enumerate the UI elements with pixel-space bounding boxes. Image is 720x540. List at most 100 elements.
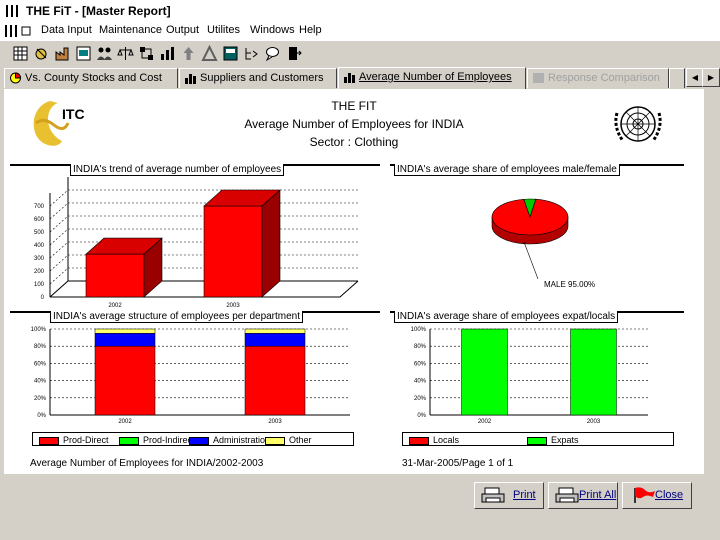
menu-bar: Data Input Maintenance Output Utilites W… (0, 22, 720, 40)
x-tick-label: 2002 (478, 419, 492, 423)
report-header-line3: Sector : Clothing (309, 135, 399, 149)
comment-icon[interactable] (264, 45, 281, 62)
y-tick-label: 60% (414, 361, 427, 367)
tab-overflow[interactable] (669, 68, 685, 88)
y-tick-label: 40% (414, 379, 427, 385)
y-tick-label: 700 (34, 204, 45, 210)
legend-item: Prod-Direct (39, 435, 109, 445)
gridline (49, 189, 358, 207)
y-tick-label: 600 (34, 217, 45, 223)
report-header-line1: THE FIT (331, 99, 377, 113)
network-icon[interactable] (138, 45, 155, 62)
y-tick-label: 40% (34, 379, 47, 385)
pie-annotation: MALE 95.00% (544, 280, 595, 289)
printer-icon (481, 487, 505, 503)
bar-segment (244, 333, 306, 347)
red-flag-icon (634, 487, 655, 503)
y-tick-label: 80% (414, 344, 427, 350)
menu-data-input[interactable]: Data Input (41, 24, 92, 36)
tab-response-comparison[interactable]: Response Comparison (527, 68, 669, 88)
chart-icon[interactable] (159, 45, 176, 62)
legend-item: Prod-Indirect (119, 435, 195, 445)
y-tick-label: 400 (34, 243, 45, 249)
tab-county-stocks[interactable]: Vs. County Stocks and Cost (4, 68, 178, 88)
y-tick-label: 100% (411, 327, 427, 333)
toolbar (0, 40, 720, 68)
factory-icon[interactable] (54, 45, 71, 62)
triangle-icon[interactable] (201, 45, 218, 62)
window-title: THE FiT - [Master Report] (26, 4, 171, 18)
print-all-button[interactable]: Print All (548, 482, 618, 509)
y-tick-label: 80% (34, 344, 47, 350)
menu-help[interactable]: Help (299, 24, 322, 36)
bar-chart-icon (533, 73, 544, 83)
y-tick-label: 500 (34, 230, 45, 236)
scales-icon[interactable] (117, 45, 134, 62)
y-tick-label: 20% (414, 396, 427, 402)
bar-segment (94, 345, 156, 416)
pie-leader-line (523, 241, 539, 280)
expat-chart: 0% 20% 40% 60% 80% 100% 2002 2003 (411, 327, 648, 423)
form-icon[interactable] (75, 45, 92, 62)
tree-icon[interactable] (243, 45, 260, 62)
report-header-line2: Average Number of Employees for INDIA (244, 117, 464, 131)
bar (203, 205, 263, 298)
y-tick-label: 100% (31, 327, 47, 333)
close-button[interactable]: Close (622, 482, 692, 509)
report-vertical-scrollbar[interactable] (705, 89, 718, 474)
x-tick-label: 2003 (268, 419, 282, 423)
y-tick-label: 100 (34, 282, 45, 288)
bar-chart-icon (344, 73, 355, 83)
y-tick-label: 0 (41, 295, 45, 301)
chart-title: INDIA's average structure of employees p… (50, 311, 304, 323)
y-tick-label: 0% (37, 413, 46, 419)
y-tick-label: 200 (34, 269, 45, 275)
arrow-up-icon[interactable] (180, 45, 197, 62)
y-tick-label: 300 (34, 256, 45, 262)
trend-chart: 0 100 200 300 400 500 600 700 2002 2003 (34, 177, 359, 309)
x-tick-label: 2003 (226, 303, 240, 309)
x-tick-label: 2002 (108, 303, 122, 309)
department-chart: 0% 20% 40% 60% 80% 100% 2002 2003 (31, 327, 350, 423)
report-footer-left: Average Number of Employees for INDIA/20… (30, 458, 264, 469)
bar-segment (94, 328, 156, 334)
x-tick-label: 2002 (118, 419, 132, 423)
door-exit-icon[interactable] (285, 45, 302, 62)
legend-item: Locals (409, 435, 459, 445)
grid-icon[interactable] (12, 45, 29, 62)
expat-legend: Locals Expats (402, 432, 674, 446)
print-button[interactable]: Print (474, 482, 544, 509)
tab-scroll-right-button[interactable]: ▶ (702, 68, 720, 87)
hand-icon[interactable] (33, 45, 50, 62)
bar-segment (244, 328, 306, 334)
tab-average-employees[interactable]: Average Number of Employees (338, 67, 526, 89)
title-bar: THE FiT - [Master Report] (0, 0, 720, 23)
menu-windows[interactable]: Windows (250, 24, 295, 36)
y-tick-label: 20% (34, 396, 47, 402)
tab-suppliers-customers[interactable]: Suppliers and Customers (179, 68, 337, 88)
bar-segment (461, 328, 508, 416)
department-legend: Prod-Direct Prod-Indirect Administratio … (32, 432, 354, 446)
legend-item: Expats (527, 435, 579, 445)
report-page: ITC THE FIT Average Number of Employees … (4, 89, 704, 474)
menu-output[interactable]: Output (166, 24, 199, 36)
legend-item: Administratio (189, 435, 265, 445)
y-tick-label: 60% (34, 361, 47, 367)
chart-title: INDIA's average share of employees expat… (394, 311, 619, 323)
people-icon[interactable] (96, 45, 113, 62)
tab-row: Vs. County Stocks and Cost Suppliers and… (0, 67, 720, 89)
menu-maintenance[interactable]: Maintenance (99, 24, 162, 36)
bar-side (261, 189, 281, 298)
menu-utilities[interactable]: Utilites (207, 24, 240, 36)
bar (85, 253, 145, 298)
bar-segment (570, 328, 617, 416)
gender-pie-chart: MALE 95.00% (491, 198, 595, 289)
pie-chart-icon (10, 72, 22, 84)
legend-item: Other (265, 435, 312, 445)
report-footer-right: 31-Mar-2005/Page 1 of 1 (402, 458, 514, 469)
app-icon (6, 5, 18, 17)
bar-segment (94, 333, 156, 347)
sheet-icon[interactable] (222, 45, 239, 62)
bar-segment (244, 345, 306, 416)
mdi-child-icon[interactable] (4, 23, 38, 39)
